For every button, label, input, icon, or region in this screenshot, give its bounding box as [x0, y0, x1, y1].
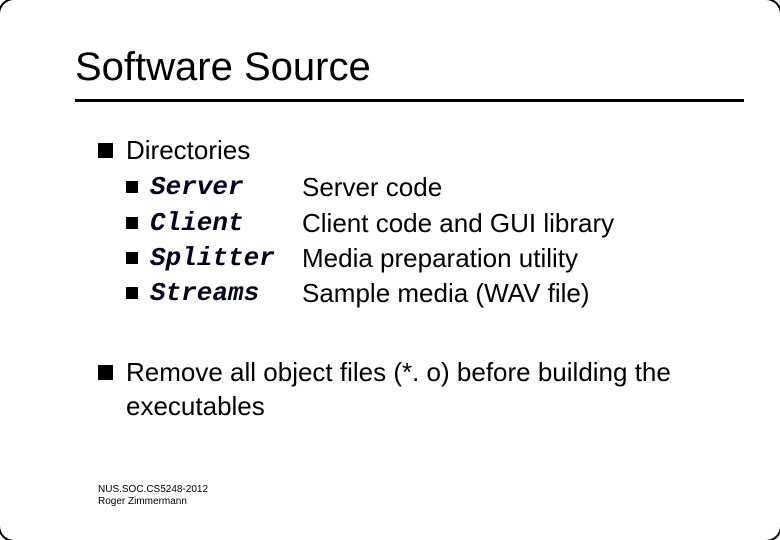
slide-footer: NUS.SOC.CS5248-2012 Roger Zimmermann [98, 484, 208, 508]
dir-desc: Media preparation utility [302, 242, 720, 275]
dir-desc: Client code and GUI library [302, 207, 720, 240]
bullet-remove-note-text: Remove all object files (*. o) before bu… [126, 357, 671, 420]
slide: Software Source Directories Server Serve… [0, 0, 780, 540]
list-item: Splitter Media preparation utility [126, 242, 720, 275]
dir-name: Client [150, 207, 302, 240]
corner-bottom-right [748, 508, 780, 540]
dir-name: Streams [150, 277, 302, 310]
dir-name: Splitter [150, 242, 302, 275]
title-rule [75, 99, 744, 102]
slide-body: Directories Server Server code Client Cl… [98, 134, 720, 427]
bullet-directories-label: Directories [126, 135, 250, 165]
dir-name: Server [150, 171, 302, 204]
directory-list: Server Server code Client Client code an… [126, 171, 720, 310]
list-item: Client Client code and GUI library [126, 207, 720, 240]
bullet-directories: Directories [98, 134, 720, 167]
corner-bottom-left [0, 508, 32, 540]
bullet-remove-note: Remove all object files (*. o) before bu… [98, 356, 720, 423]
footer-line-1: NUS.SOC.CS5248-2012 [98, 484, 208, 496]
corner-top-left [0, 0, 32, 32]
corner-top-right [748, 0, 780, 32]
dir-desc: Server code [302, 171, 720, 204]
footer-line-2: Roger Zimmermann [98, 496, 208, 508]
list-item: Streams Sample media (WAV file) [126, 277, 720, 310]
dir-desc: Sample media (WAV file) [302, 277, 720, 310]
list-item: Server Server code [126, 171, 720, 204]
slide-title: Software Source [75, 45, 371, 90]
